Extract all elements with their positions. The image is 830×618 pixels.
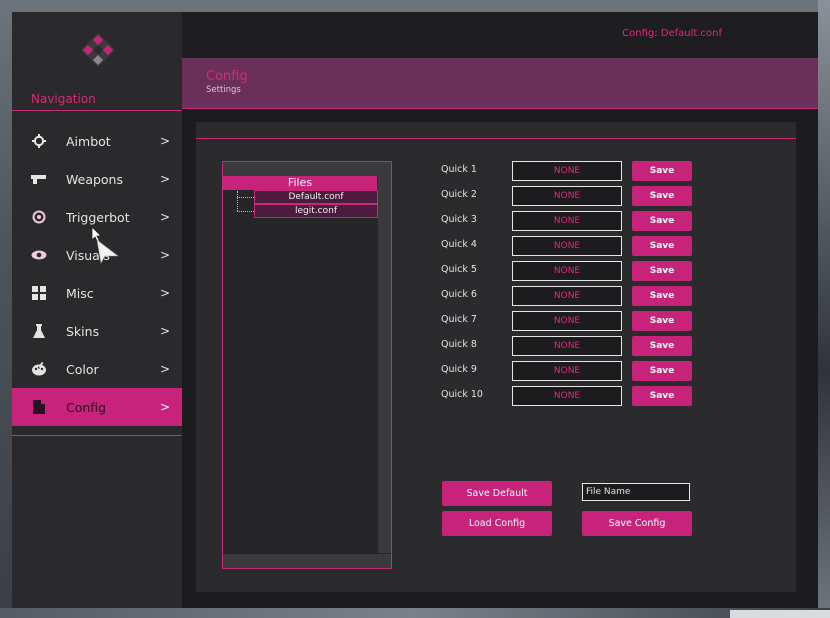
quick-slot-label: Quick 6 <box>441 289 477 300</box>
quick-slot-row: Quick 8 NONE Save <box>441 336 701 356</box>
quick-slot-field[interactable]: NONE <box>512 286 622 306</box>
chevron-right-icon: > <box>159 400 170 414</box>
quick-slot-field[interactable]: NONE <box>512 311 622 331</box>
quick-slot-label: Quick 3 <box>441 214 477 225</box>
quick-slot-save-button[interactable]: Save <box>632 186 692 206</box>
quick-slot-label: Quick 4 <box>441 239 477 250</box>
flask-icon <box>31 323 47 339</box>
files-list[interactable]: Files Default.conf legit.conf <box>222 161 392 569</box>
files-scrollbar[interactable] <box>378 176 391 553</box>
tree-connector <box>237 191 238 211</box>
sidebar: Navigation Aimbot > Weapons > Triggerbot… <box>12 12 182 608</box>
sidebar-item-config[interactable]: Config > <box>12 388 182 426</box>
mouse-cursor-icon <box>91 226 119 264</box>
sidebar-item-color[interactable]: Color > <box>12 350 182 388</box>
quick-slot-row: Quick 9 NONE Save <box>441 361 701 381</box>
quick-slot-field[interactable]: NONE <box>512 361 622 381</box>
crosshair-icon <box>31 133 47 149</box>
quick-slot-label: Quick 1 <box>441 164 477 175</box>
quick-slot-row: Quick 6 NONE Save <box>441 286 701 306</box>
navigation-divider-bottom <box>12 435 182 436</box>
quick-slot-field[interactable]: NONE <box>512 386 622 406</box>
quick-slot-label: Quick 2 <box>441 189 477 200</box>
navigation-title: Navigation <box>31 92 96 106</box>
sidebar-item-label: Misc <box>66 285 94 301</box>
page-subtitle: Settings <box>206 85 241 95</box>
quick-slot-row: Quick 1 NONE Save <box>441 161 701 181</box>
palette-icon <box>31 361 47 377</box>
load-config-button[interactable]: Load Config <box>442 511 552 536</box>
quick-slot-row: Quick 7 NONE Save <box>441 311 701 331</box>
quick-slot-row: Quick 5 NONE Save <box>441 261 701 281</box>
file-item-default[interactable]: Default.conf <box>254 190 378 204</box>
gun-icon <box>31 171 47 187</box>
quick-slot-field[interactable]: NONE <box>512 161 622 181</box>
chevron-right-icon: > <box>159 248 170 262</box>
title-bar: Config: Default.conf <box>182 12 818 58</box>
eye-icon <box>31 247 47 263</box>
quick-slot-row: Quick 2 NONE Save <box>441 186 701 206</box>
quick-slot-row: Quick 10 NONE Save <box>441 386 701 406</box>
quick-slot-label: Quick 5 <box>441 264 477 275</box>
sidebar-item-skins[interactable]: Skins > <box>12 312 182 350</box>
quick-slot-label: Quick 9 <box>441 364 477 375</box>
quick-slot-save-button[interactable]: Save <box>632 236 692 256</box>
files-list-top-bar <box>223 162 391 176</box>
app-logo-icon <box>81 33 115 67</box>
chevron-right-icon: > <box>159 172 170 186</box>
quick-slot-field[interactable]: NONE <box>512 211 622 231</box>
sidebar-item-label: Triggerbot <box>66 209 130 225</box>
sidebar-item-label: Weapons <box>66 171 123 187</box>
quick-slot-label: Quick 8 <box>441 339 477 350</box>
quick-slot-save-button[interactable]: Save <box>632 361 692 381</box>
quick-slot-field[interactable]: NONE <box>512 236 622 256</box>
quick-slot-save-button[interactable]: Save <box>632 261 692 281</box>
quick-slot-field[interactable]: NONE <box>512 336 622 356</box>
sidebar-item-aimbot[interactable]: Aimbot > <box>12 122 182 160</box>
chevron-right-icon: > <box>159 324 170 338</box>
sidebar-item-label: Skins <box>66 323 100 339</box>
navigation-divider <box>12 110 182 111</box>
chevron-right-icon: > <box>159 362 170 376</box>
file-item-legit[interactable]: legit.conf <box>254 204 378 218</box>
chevron-right-icon: > <box>159 286 170 300</box>
tree-connector <box>237 197 254 198</box>
files-list-bottom-bar <box>223 554 391 568</box>
sidebar-item-label: Color <box>66 361 99 377</box>
page-title: Config <box>206 69 248 84</box>
save-config-button[interactable]: Save Config <box>582 511 692 536</box>
sidebar-item-misc[interactable]: Misc > <box>12 274 182 312</box>
grid-icon <box>31 285 47 301</box>
quick-slot-row: Quick 3 NONE Save <box>441 211 701 231</box>
quick-slot-label: Quick 7 <box>441 314 477 325</box>
page-header: Config Settings <box>182 58 818 109</box>
quick-slot-save-button[interactable]: Save <box>632 386 692 406</box>
sidebar-item-label: Config <box>66 399 107 415</box>
quick-slot-save-button[interactable]: Save <box>632 336 692 356</box>
desktop-background-bottom <box>0 608 830 618</box>
quick-slot-row: Quick 4 NONE Save <box>441 236 701 256</box>
desktop-background-corner <box>730 610 830 618</box>
panel-divider <box>196 138 796 139</box>
file-icon <box>31 399 47 415</box>
quick-slot-label: Quick 10 <box>441 389 483 400</box>
quick-slot-save-button[interactable]: Save <box>632 286 692 306</box>
tree-connector <box>237 211 254 212</box>
files-header: Files <box>223 176 377 190</box>
quick-slot-save-button[interactable]: Save <box>632 211 692 231</box>
sidebar-item-label: Aimbot <box>66 133 111 149</box>
chevron-right-icon: > <box>159 134 170 148</box>
chevron-right-icon: > <box>159 210 170 224</box>
quick-slot-save-button[interactable]: Save <box>632 161 692 181</box>
quick-slot-field[interactable]: NONE <box>512 261 622 281</box>
quick-slot-save-button[interactable]: Save <box>632 311 692 331</box>
navigation-list: Aimbot > Weapons > Triggerbot > Visuals … <box>12 122 182 426</box>
quick-slot-field[interactable]: NONE <box>512 186 622 206</box>
save-default-button[interactable]: Save Default <box>442 481 552 506</box>
file-name-input[interactable] <box>582 483 690 501</box>
target-icon <box>31 209 47 225</box>
current-config-indicator: Config: Default.conf <box>622 28 722 39</box>
desktop-background-right <box>818 0 830 618</box>
sidebar-item-weapons[interactable]: Weapons > <box>12 160 182 198</box>
